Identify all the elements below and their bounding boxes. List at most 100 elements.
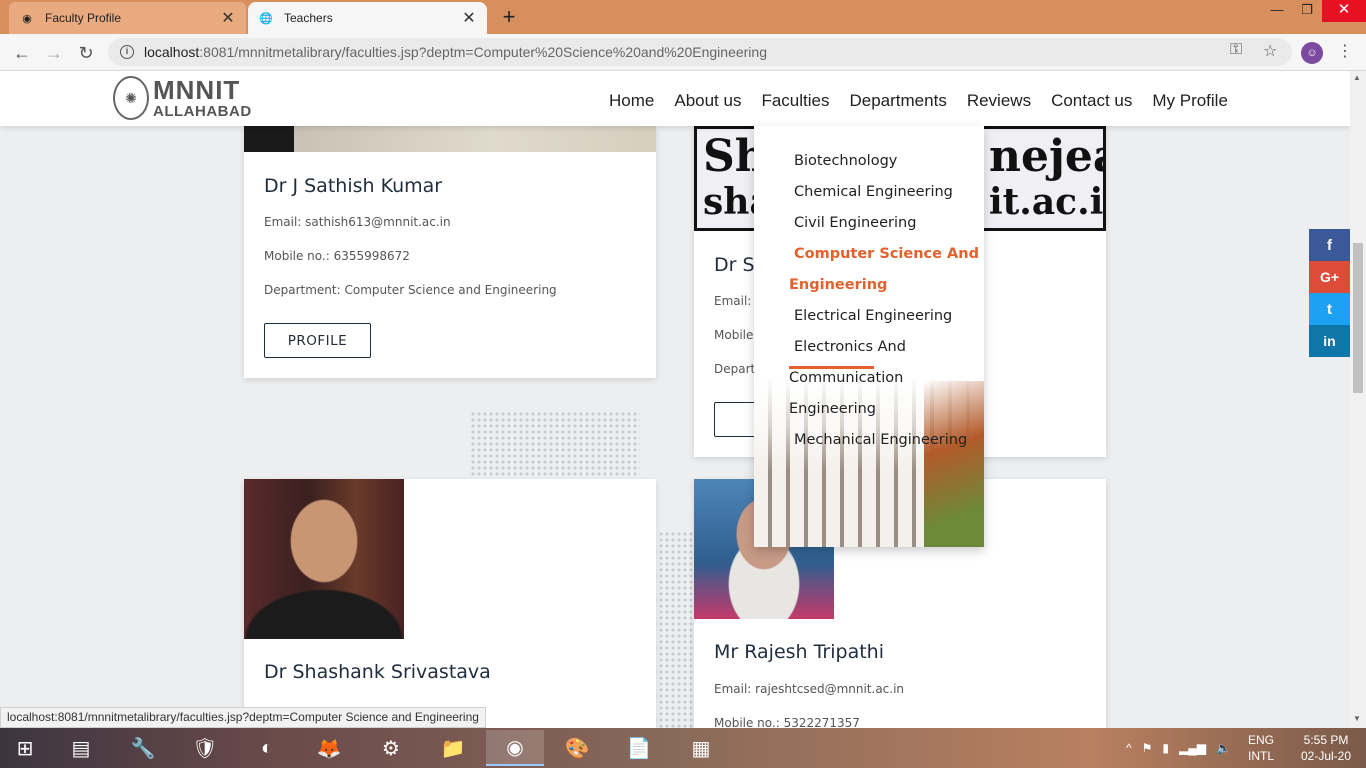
forward-arrow-icon[interactable]: → (41, 40, 67, 66)
chevron-up-icon[interactable]: ^ (1126, 741, 1132, 755)
windows-start-icon[interactable]: ⊞ (0, 730, 50, 766)
address-toolbar: ← → ↻ i localhost:8081/mnnitmetalibrary/… (0, 34, 1366, 71)
nav-home[interactable]: Home (609, 91, 654, 111)
faculty-mobile: Mobile (714, 328, 754, 342)
tab-title: Teachers (284, 11, 333, 25)
document-app-icon[interactable]: ▦ (672, 730, 730, 766)
close-icon[interactable]: ✕ (461, 8, 477, 28)
dropdown-item-computer-science[interactable]: Engineering (789, 277, 887, 293)
restore-icon[interactable]: ❐ (1292, 0, 1322, 22)
logo-line2: ALLAHABAD (153, 103, 252, 120)
site-header: ✺ MNNIT ALLAHABAD Home About us Facultie… (0, 71, 1350, 126)
faculty-department: Depart (714, 362, 756, 376)
key-icon[interactable]: ⚿ (1230, 41, 1242, 59)
departments-dropdown: Biotechnology Chemical Engineering Civil… (754, 126, 984, 547)
scroll-up-icon[interactable]: ▲ (1353, 73, 1361, 82)
shield-app-icon[interactable]: 🛡 (176, 730, 234, 766)
google-plus-icon[interactable]: G+ (1309, 261, 1350, 293)
scroll-down-icon[interactable]: ▼ (1353, 714, 1361, 723)
main-nav: Home About us Faculties Departments Revi… (609, 91, 1228, 111)
firefox-app-icon[interactable]: 🦊 (300, 730, 358, 766)
java-ee-ide-icon[interactable]: ⚙ (362, 730, 420, 766)
window-close-icon[interactable]: ✕ (1322, 0, 1366, 22)
battery-icon[interactable]: ▮ (1162, 741, 1169, 755)
dropdown-item-mechanical-engineering[interactable]: Mechanical Engineering (794, 432, 967, 448)
logo-line1: MNNIT (153, 75, 241, 105)
url-bar[interactable]: i localhost:8081/mnnitmetalibrary/facult… (108, 38, 1292, 66)
bookmark-star-icon[interactable]: ☆ (1263, 41, 1277, 61)
link-status-bar: localhost:8081/mnnitmetalibrary/facultie… (0, 707, 486, 728)
building-image (924, 381, 984, 547)
dropdown-item-chemical-engineering[interactable]: Chemical Engineering (794, 184, 953, 200)
back-arrow-icon[interactable]: ← (9, 40, 35, 66)
dropdown-item-electrical-engineering[interactable]: Electrical Engineering (794, 308, 952, 324)
globe-icon: 🌐 (259, 12, 273, 25)
browser-tab-bar: ◉ Faculty Profile ✕ 🌐 Teachers ✕ + — ❐ ✕ (0, 0, 1366, 34)
new-tab-icon[interactable]: + (497, 5, 521, 29)
dropdown-item-computer-science[interactable]: Computer Science And (794, 246, 979, 262)
profile-button[interactable]: PROFILE (264, 323, 371, 358)
info-icon[interactable]: i (120, 45, 134, 59)
faculty-card: Dr Shashank Srivastava (244, 479, 656, 728)
clock-time: 5:55 PM (1303, 733, 1349, 747)
site-logo[interactable]: ✺ MNNIT ALLAHABAD (113, 76, 252, 120)
tab-faculty-profile[interactable]: ◉ Faculty Profile ✕ (9, 2, 246, 34)
faculty-favicon-icon: ◉ (22, 12, 32, 25)
clock-date: 02-Jul-20 (1300, 749, 1352, 763)
reload-icon[interactable]: ↻ (73, 40, 99, 66)
lang-layout: INTL (1247, 749, 1274, 763)
faculty-email: Email: sathish613@mnnit.ac.in (264, 215, 451, 229)
faculty-name: Mr Rajesh Tripathi (714, 641, 884, 663)
nav-faculties[interactable]: Faculties (761, 91, 829, 111)
eclipse-app-icon[interactable]: ◐ (238, 730, 296, 766)
language-indicator[interactable]: ENG INTL (1243, 732, 1279, 764)
page-viewport: Dr J Sathish Kumar Email: sathish613@mnn… (0, 71, 1350, 728)
tool-app-icon[interactable]: 🔧 (114, 730, 172, 766)
system-tray: ^ ⚑ ▮ ▂▄▆ 🔈 (1126, 728, 1231, 768)
dot-map-decoration (470, 411, 640, 477)
dropdown-item-biotechnology[interactable]: Biotechnology (794, 153, 897, 169)
faculty-mobile: Mobile no.: 5322271357 (714, 716, 860, 728)
nav-about[interactable]: About us (674, 91, 741, 111)
banner-text: nejea (989, 131, 1103, 182)
system-clock[interactable]: 5:55 PM 02-Jul-20 (1290, 732, 1362, 764)
faculty-email: Email: rajeshtcsed@mnnit.ac.in (714, 682, 905, 696)
facebook-icon[interactable]: f (1309, 229, 1350, 261)
nav-reviews[interactable]: Reviews (967, 91, 1031, 111)
dropdown-item-electronics[interactable]: Engineering (789, 401, 876, 417)
volume-icon[interactable]: 🔈 (1216, 741, 1231, 755)
chrome-app-icon[interactable]: ◉ (486, 730, 544, 766)
mnnit-seal-icon: ✺ (113, 76, 149, 120)
linkedin-icon[interactable]: in (1309, 325, 1350, 357)
file-explorer-icon[interactable]: 📁 (424, 730, 482, 766)
paint-app-icon[interactable]: 🎨 (548, 730, 606, 766)
nav-departments[interactable]: Departments (850, 91, 947, 111)
faculty-photo (244, 126, 656, 152)
pdf-app-icon[interactable]: 📄 (610, 730, 668, 766)
page-scrollbar[interactable]: ▲ ▼ (1350, 71, 1366, 728)
scrollbar-thumb[interactable] (1353, 243, 1363, 393)
dropdown-item-electronics[interactable]: Communication (789, 370, 903, 386)
minimize-icon[interactable]: — (1262, 0, 1292, 22)
profile-avatar-icon[interactable]: ☺ (1301, 42, 1323, 64)
flag-icon[interactable]: ⚑ (1142, 741, 1153, 755)
faculty-photo (244, 479, 404, 639)
active-underline (789, 366, 874, 369)
twitter-icon[interactable]: t (1309, 293, 1350, 325)
dropdown-item-civil-engineering[interactable]: Civil Engineering (794, 215, 916, 231)
faculty-card: Dr J Sathish Kumar Email: sathish613@mnn… (244, 126, 656, 378)
tab-title: Faculty Profile (45, 11, 122, 25)
faculty-mobile: Mobile no.: 6355998672 (264, 249, 410, 263)
notepad-app-icon[interactable]: ▤ (52, 730, 110, 766)
dot-map-decoration (658, 531, 694, 728)
nav-contact[interactable]: Contact us (1051, 91, 1132, 111)
banner-text: it.ac.in (989, 181, 1104, 223)
faculty-name: Dr Shashank Srivastava (264, 661, 491, 683)
close-icon[interactable]: ✕ (220, 8, 236, 28)
windows-taskbar: ⊞ ▤ 🔧 🛡 ◐ 🦊 ⚙ 📁 ◉ 🎨 📄 ▦ ^ ⚑ ▮ ▂▄▆ 🔈 ENG … (0, 728, 1366, 768)
nav-my-profile[interactable]: My Profile (1152, 91, 1228, 111)
dropdown-item-electronics[interactable]: Electronics And (794, 339, 906, 355)
tab-teachers[interactable]: 🌐 Teachers ✕ (248, 2, 487, 34)
kebab-menu-icon[interactable]: ⋮ (1337, 41, 1353, 61)
network-icon[interactable]: ▂▄▆ (1179, 741, 1206, 755)
